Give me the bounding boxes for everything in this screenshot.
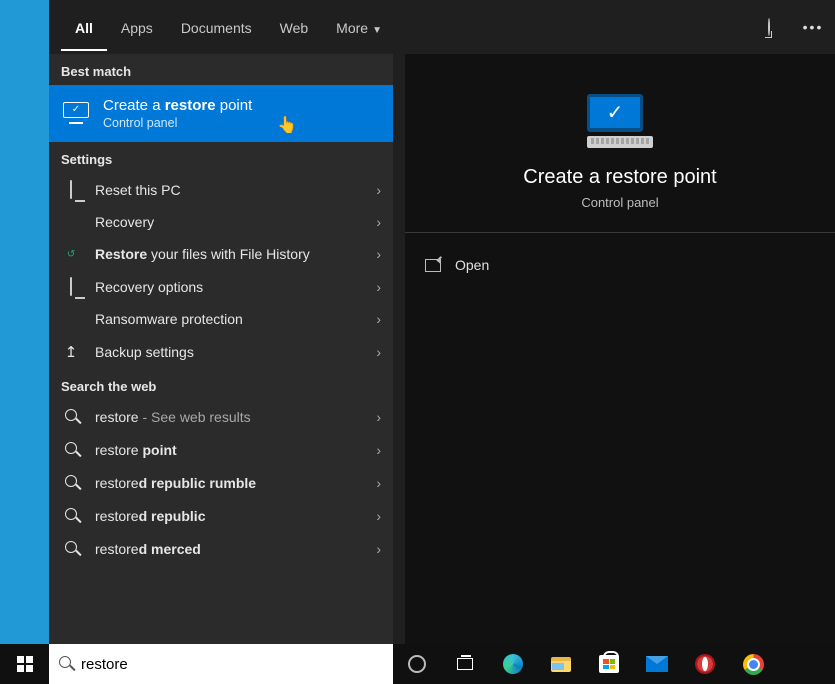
chevron-right-icon: ›	[376, 214, 381, 230]
list-item-label: restored republic	[95, 508, 362, 524]
settings-item-recovery[interactable]: Recovery ›	[49, 206, 393, 238]
list-item-label: Recovery	[95, 214, 362, 230]
web-item-restore-point[interactable]: restore point ›	[49, 433, 393, 466]
search-icon	[61, 540, 81, 557]
search-icon	[59, 655, 71, 673]
task-view-button[interactable]	[441, 644, 489, 684]
search-panel: All Apps Documents Web More▼ ••• Best ma…	[49, 0, 835, 644]
list-item-label: Recovery options	[95, 279, 362, 295]
settings-item-ransomware[interactable]: Ransomware protection ›	[49, 303, 393, 335]
web-item-restored-merced[interactable]: restored merced ›	[49, 532, 393, 565]
settings-item-reset-pc[interactable]: Reset this PC ›	[49, 173, 393, 206]
options-icon[interactable]: •••	[791, 19, 835, 35]
taskbar	[0, 644, 835, 684]
search-icon	[61, 408, 81, 425]
file-explorer-button[interactable]	[537, 644, 585, 684]
tab-web[interactable]: Web	[266, 3, 323, 51]
system-properties-icon: ✓	[587, 94, 653, 148]
upload-icon: ↥	[61, 343, 81, 361]
task-view-icon	[457, 658, 473, 670]
chevron-right-icon: ›	[376, 246, 381, 262]
taskbar-search[interactable]	[49, 644, 393, 684]
best-match-subtitle: Control panel	[103, 116, 381, 130]
search-input[interactable]	[81, 656, 383, 673]
settings-item-recovery-options[interactable]: Recovery options ›	[49, 270, 393, 303]
taskbar-icons	[393, 644, 835, 684]
chevron-down-icon: ▼	[372, 25, 382, 36]
list-item-label: restore point	[95, 442, 362, 458]
separator	[405, 232, 835, 233]
section-best-match: Best match	[49, 54, 393, 85]
list-item-label: Reset this PC	[95, 182, 362, 198]
tab-documents[interactable]: Documents	[167, 3, 266, 51]
chevron-right-icon: ›	[376, 508, 381, 524]
chevron-right-icon: ›	[376, 541, 381, 557]
result-preview: ✓ Create a restore point Control panel O…	[405, 54, 835, 644]
chevron-right-icon: ›	[376, 475, 381, 491]
edge-button[interactable]	[489, 644, 537, 684]
cortana-icon	[408, 655, 426, 673]
chevron-right-icon: ›	[376, 344, 381, 360]
section-settings: Settings	[49, 142, 393, 173]
mail-icon	[646, 656, 668, 672]
list-item-label: Restore your files with File History	[95, 246, 362, 262]
monitor-icon	[61, 181, 81, 198]
tab-apps[interactable]: Apps	[107, 3, 167, 51]
tab-all[interactable]: All	[61, 3, 107, 51]
tab-more[interactable]: More▼	[322, 3, 396, 51]
open-label: Open	[455, 257, 489, 273]
chrome-button[interactable]	[729, 644, 777, 684]
edge-icon	[503, 654, 523, 674]
system-properties-icon	[61, 102, 91, 126]
feedback-icon[interactable]	[747, 19, 791, 35]
open-action[interactable]: Open	[417, 247, 823, 283]
search-tabbar: All Apps Documents Web More▼ •••	[49, 0, 835, 54]
open-icon	[425, 259, 441, 272]
microsoft-store-icon	[599, 655, 619, 673]
opera-button[interactable]	[681, 644, 729, 684]
web-item-restored-republic-rumble[interactable]: restored republic rumble ›	[49, 466, 393, 499]
list-item-label: restored republic rumble	[95, 475, 362, 491]
results-list: Best match Create a restore point Contro…	[49, 54, 393, 644]
search-icon	[61, 507, 81, 524]
list-item-label: Backup settings	[95, 344, 362, 360]
chevron-right-icon: ›	[376, 442, 381, 458]
settings-item-file-history[interactable]: Restore your files with File History ›	[49, 238, 393, 270]
file-explorer-icon	[551, 657, 571, 672]
list-item-label: restore - See web results	[95, 409, 362, 425]
section-search-web: Search the web	[49, 369, 393, 400]
chevron-right-icon: ›	[376, 409, 381, 425]
monitor-icon	[61, 278, 81, 295]
best-match-result[interactable]: Create a restore point Control panel 👆	[49, 85, 393, 142]
windows-logo-icon	[17, 656, 33, 672]
preview-title: Create a restore point	[425, 166, 815, 189]
search-icon	[61, 441, 81, 458]
chevron-right-icon: ›	[376, 311, 381, 327]
cortana-button[interactable]	[393, 644, 441, 684]
settings-item-backup[interactable]: ↥ Backup settings ›	[49, 335, 393, 369]
best-match-title: Create a restore point	[103, 97, 381, 114]
start-button[interactable]	[0, 644, 49, 684]
web-item-restored-republic[interactable]: restored republic ›	[49, 499, 393, 532]
list-item-label: Ransomware protection	[95, 311, 362, 327]
chevron-right-icon: ›	[376, 279, 381, 295]
microsoft-store-button[interactable]	[585, 644, 633, 684]
list-item-label: restored merced	[95, 541, 362, 557]
chevron-right-icon: ›	[376, 182, 381, 198]
hand-cursor-icon: 👆	[277, 115, 297, 135]
web-item-restore[interactable]: restore - See web results ›	[49, 400, 393, 433]
opera-icon	[695, 654, 715, 674]
mail-button[interactable]	[633, 644, 681, 684]
preview-subtitle: Control panel	[425, 195, 815, 210]
chrome-icon	[743, 654, 764, 675]
search-icon	[61, 474, 81, 491]
